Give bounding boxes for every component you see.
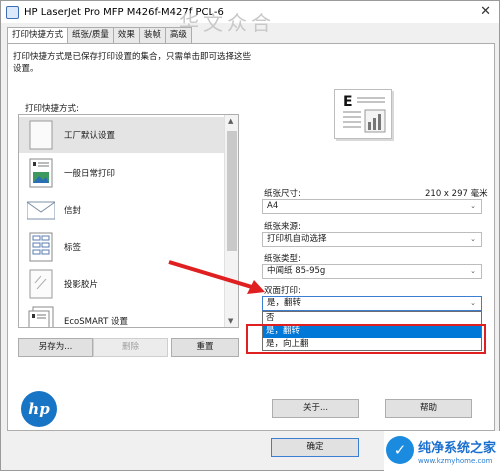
paper-source-label: 纸张来源: (264, 222, 301, 232)
shortcut-item-ecosmart[interactable]: EcoSMART 设置 (19, 303, 225, 327)
page-preview: E (334, 89, 392, 139)
shortcut-label: 信封 (64, 206, 82, 216)
labels-sheet-icon (27, 232, 55, 262)
shortcut-item-everyday[interactable]: 一般日常打印 (19, 155, 225, 191)
blank-page-icon (27, 120, 55, 150)
print-dialog-window: HP LaserJet Pro MFP M426f-M427f PCL-6 ✕ … (0, 0, 500, 471)
paper-type-value: 中闻纸 85-95g (267, 266, 326, 276)
tab-effects[interactable]: 效果 (112, 27, 140, 43)
paper-size-dimensions: 210 x 297 毫米 (425, 189, 488, 199)
paper-size-label: 纸张尺寸: (264, 189, 301, 199)
paper-size-select[interactable]: A4 ⌄ (262, 199, 482, 214)
shield-check-icon: ✓ (386, 436, 414, 464)
paper-source-select[interactable]: 打印机自动选择 ⌄ (262, 232, 482, 247)
eco-document-icon (27, 306, 55, 327)
duplex-option-flip-up[interactable]: 是，向上翻 (263, 338, 481, 351)
printer-app-icon (6, 5, 19, 19)
ok-button[interactable]: 确定 (271, 438, 359, 457)
shortcut-label: 工厂默认设置 (64, 131, 116, 141)
duplex-dropdown-list[interactable]: 否 是，翻转 是，向上翻 (262, 311, 482, 351)
close-icon[interactable]: ✕ (480, 4, 491, 19)
shortcuts-list-label: 打印快捷方式: (25, 104, 79, 114)
svg-text:E: E (343, 94, 353, 110)
annotation-arrow-icon (168, 260, 265, 294)
help-button[interactable]: 帮助 (385, 399, 472, 418)
paper-type-select[interactable]: 中闻纸 85-95g ⌄ (262, 264, 482, 279)
tab-print-shortcuts[interactable]: 打印快捷方式 (7, 27, 69, 44)
reset-button[interactable]: 重置 (171, 338, 239, 357)
shortcut-item-factory-default[interactable]: 工厂默认设置 (19, 117, 225, 153)
watermark-text: 华文众合 (179, 11, 275, 35)
watermark-url: www.kzmyhome.com (418, 457, 493, 465)
save-as-button[interactable]: 另存为... (18, 338, 93, 357)
chevron-down-icon: ⌄ (470, 202, 476, 210)
shortcut-label: EcoSMART 设置 (64, 317, 128, 327)
chevron-down-icon: ⌄ (470, 235, 476, 243)
document-preview-icon: E (343, 94, 386, 133)
scroll-up-icon[interactable]: ▲ (228, 117, 233, 125)
scroll-down-icon[interactable]: ▼ (228, 317, 233, 325)
site-watermark: ✓ 纯净系统之家 www.kzmyhome.com (384, 431, 500, 471)
paper-size-value: A4 (267, 201, 279, 211)
watermark-title: 纯净系统之家 (418, 441, 497, 456)
envelope-icon (26, 195, 56, 225)
duplex-value: 是，翻转 (267, 298, 302, 308)
duplex-option-no[interactable]: 否 (263, 312, 481, 325)
chevron-down-icon: ⌄ (470, 267, 476, 275)
shortcuts-description: 打印快捷方式是已保存打印设置的集合，只需单击即可选择这些设置。 (13, 52, 252, 74)
chevron-down-icon: ⌄ (470, 299, 476, 307)
document-image-icon (27, 158, 55, 188)
shortcut-label: 标签 (64, 243, 82, 253)
duplex-option-flip[interactable]: 是，翻转 (263, 325, 481, 338)
scrollbar-thumb[interactable] (227, 131, 237, 251)
shortcut-label: 一般日常打印 (64, 169, 116, 179)
tab-bar: 打印快捷方式 纸张/质量 效果 装帧 高级 (7, 27, 192, 44)
tab-paper-quality[interactable]: 纸张/质量 (67, 27, 114, 43)
shortcut-item-envelope[interactable]: 信封 (19, 192, 225, 228)
tab-advanced[interactable]: 高级 (164, 27, 192, 43)
shortcut-label: 投影胶片 (64, 280, 99, 290)
duplex-select[interactable]: 是，翻转 ⌄ (262, 296, 482, 311)
about-button[interactable]: 关于... (272, 399, 359, 418)
paper-source-value: 打印机自动选择 (267, 234, 327, 244)
delete-button[interactable]: 删除 (93, 338, 168, 357)
transparency-icon (27, 269, 55, 299)
hp-logo: hp (21, 391, 57, 427)
tab-finishing[interactable]: 装帧 (138, 27, 166, 43)
